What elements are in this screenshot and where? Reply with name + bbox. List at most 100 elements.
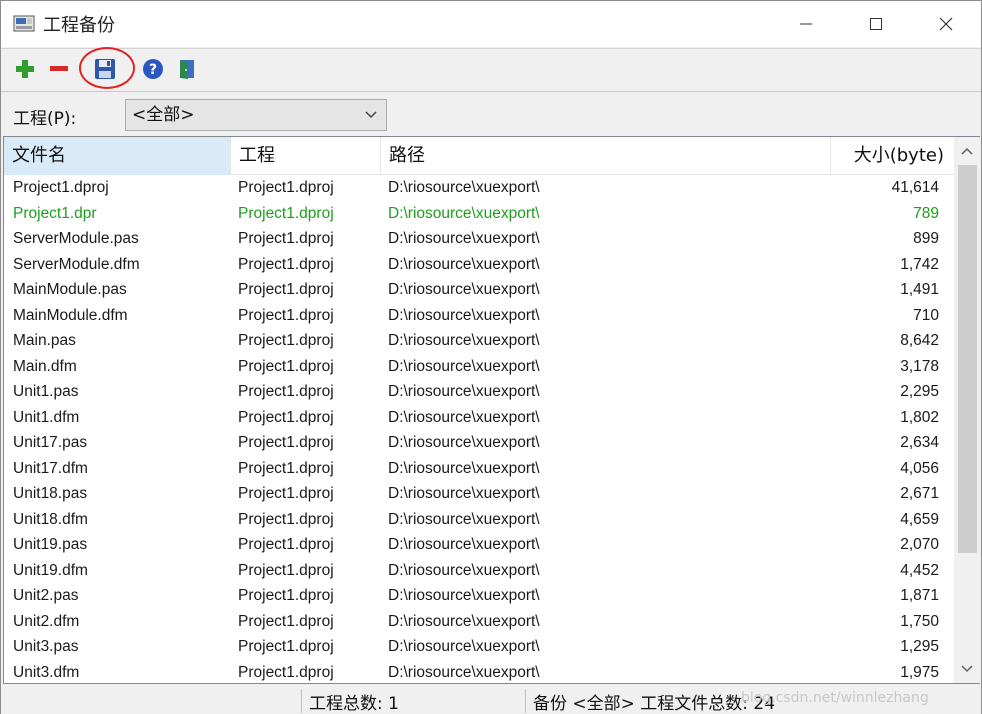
cell-project: Project1.dproj [238, 408, 334, 426]
table-row[interactable]: ServerModule.dfm Project1.dproj D:\riosour… [4, 252, 954, 278]
cell-filename: Main.dfm [13, 357, 77, 375]
cell-filename: Unit18.dfm [13, 510, 88, 528]
cell-size: 2,295 [900, 383, 939, 400]
watermark: blog.csdn.net/winnlezhang [741, 690, 929, 706]
exit-button[interactable] [173, 57, 201, 85]
exit-door-icon [176, 58, 198, 84]
cell-filename: Project1.dproj [13, 179, 109, 196]
table-row[interactable]: Unit19.pas Project1.dproj D:\riosource\xue… [4, 532, 954, 558]
app-icon [13, 13, 35, 33]
status-bar: 工程总数: 1 备份 <全部> 工程文件总数: 24 blog.csdn.net… [1, 686, 981, 714]
scroll-up-button[interactable] [954, 139, 980, 163]
table-row[interactable]: Unit2.pas Project1.dproj D:\riosource\xuex… [4, 583, 954, 609]
cell-filename: Unit3.dfm [13, 663, 80, 681]
cell-size: 2,070 [900, 536, 939, 553]
column-header-path[interactable]: 路径 [381, 137, 831, 175]
title-bar[interactable]: 工程备份 [1, 1, 981, 47]
cell-size: 899 [913, 230, 939, 247]
cell-filename: Main.pas [13, 332, 76, 349]
cell-project: Project1.dproj [238, 306, 334, 324]
status-project-count: 工程总数: 1 [309, 694, 399, 714]
cell-path: D:\riosource\xuexport\ [388, 536, 540, 553]
cell-size: 1,975 [900, 663, 939, 681]
project-backup-window: 工程备份 ? 工程(P): <全部> 文件名 工程 路径 大小(byte) Pr… [0, 0, 982, 714]
list-header: 文件名 工程 路径 大小(byte) [4, 137, 954, 175]
cell-project: Project1.dproj [238, 638, 334, 655]
status-backup-summary: 备份 <全部> 工程文件总数: 24 [533, 694, 776, 714]
save-button[interactable] [91, 57, 119, 85]
cell-project: Project1.dproj [238, 663, 334, 681]
scroll-thumb[interactable] [958, 165, 977, 553]
status-separator [301, 689, 302, 713]
help-icon: ? [142, 58, 164, 84]
cell-filename: Unit2.pas [13, 587, 79, 604]
cell-size: 1,491 [900, 281, 939, 298]
toolbar: ? [1, 48, 981, 92]
table-row[interactable]: Unit18.dfm Project1.dproj D:\riosource\xue… [4, 507, 954, 533]
cell-size: 1,295 [900, 638, 939, 655]
cell-size: 1,802 [900, 408, 939, 426]
cell-project: Project1.dproj [238, 230, 334, 247]
table-row[interactable]: MainModule.dfm Project1.dproj D:\riosource… [4, 303, 954, 329]
cell-path: D:\riosource\xuexport\ [388, 587, 540, 604]
vertical-scrollbar[interactable] [954, 137, 980, 683]
column-header-filename[interactable]: 文件名 [4, 137, 231, 175]
cell-size: 4,452 [900, 561, 939, 579]
cell-size: 8,642 [900, 332, 939, 349]
cell-path: D:\riosource\xuexport\ [388, 434, 540, 451]
cell-size: 3,178 [900, 357, 939, 375]
cell-size: 710 [913, 306, 939, 324]
help-button[interactable]: ? [139, 57, 167, 85]
cell-filename: ServerModule.pas [13, 230, 139, 247]
cell-size: 789 [913, 204, 939, 222]
list-rows: Project1.dproj Project1.dproj D:\riosource… [4, 175, 954, 685]
cell-filename: MainModule.dfm [13, 306, 128, 324]
cell-project: Project1.dproj [238, 587, 334, 604]
minimize-button[interactable] [771, 1, 841, 47]
table-row[interactable]: Unit17.dfm Project1.dproj D:\riosource\xue… [4, 456, 954, 482]
table-row[interactable]: Project1.dpr Project1.dproj D:\riosource\x… [4, 201, 954, 227]
column-header-size[interactable]: 大小(byte) [831, 137, 954, 175]
table-row[interactable]: MainModule.pas Project1.dproj D:\riosource… [4, 277, 954, 303]
cell-filename: Unit19.pas [13, 536, 88, 553]
table-row[interactable]: Unit17.pas Project1.dproj D:\riosource\xue… [4, 430, 954, 456]
add-button[interactable] [11, 57, 39, 85]
table-row[interactable]: Unit1.dfm Project1.dproj D:\riosource\xuex… [4, 405, 954, 431]
table-row[interactable]: Unit1.pas Project1.dproj D:\riosource\xuex… [4, 379, 954, 405]
cell-path: D:\riosource\xuexport\ [388, 510, 540, 528]
close-button[interactable] [911, 1, 981, 47]
cell-path: D:\riosource\xuexport\ [388, 255, 540, 273]
file-list[interactable]: 文件名 工程 路径 大小(byte) Project1.dproj Project… [3, 136, 980, 684]
svg-text:?: ? [149, 62, 157, 78]
table-row[interactable]: Main.pas Project1.dproj D:\riosource\xuexp… [4, 328, 954, 354]
table-row[interactable]: ServerModule.pas Project1.dproj D:\riosour… [4, 226, 954, 252]
cell-path: D:\riosource\xuexport\ [388, 561, 540, 579]
table-row[interactable]: Unit3.dfm Project1.dproj D:\riosource\xuex… [4, 660, 954, 686]
cell-path: D:\riosource\xuexport\ [388, 485, 540, 502]
cell-path: D:\riosource\xuexport\ [388, 179, 540, 196]
table-row[interactable]: Main.dfm Project1.dproj D:\riosource\xuexp… [4, 354, 954, 380]
table-row[interactable]: Unit2.dfm Project1.dproj D:\riosource\xuex… [4, 609, 954, 635]
cell-filename: Unit1.pas [13, 383, 79, 400]
table-row[interactable]: Unit18.pas Project1.dproj D:\riosource\xue… [4, 481, 954, 507]
column-header-project[interactable]: 工程 [231, 137, 381, 175]
cell-path: D:\riosource\xuexport\ [388, 408, 540, 426]
window-title: 工程备份 [43, 15, 115, 36]
plus-icon [14, 58, 36, 84]
table-row[interactable]: Unit19.dfm Project1.dproj D:\riosource\xue… [4, 558, 954, 584]
cell-path: D:\riosource\xuexport\ [388, 204, 540, 222]
cell-project: Project1.dproj [238, 332, 334, 349]
project-filter-select[interactable]: <全部> [125, 99, 387, 131]
cell-size: 4,056 [900, 459, 939, 477]
chevron-down-icon [364, 100, 378, 141]
remove-button[interactable] [45, 57, 73, 85]
cell-path: D:\riosource\xuexport\ [388, 663, 540, 681]
cell-project: Project1.dproj [238, 459, 334, 477]
cell-project: Project1.dproj [238, 383, 334, 400]
table-row[interactable]: Project1.dproj Project1.dproj D:\riosource… [4, 175, 954, 201]
maximize-button[interactable] [841, 1, 911, 47]
cell-project: Project1.dproj [238, 510, 334, 528]
cell-size: 4,659 [900, 510, 939, 528]
scroll-down-button[interactable] [954, 657, 980, 681]
table-row[interactable]: Unit3.pas Project1.dproj D:\riosource\xuex… [4, 634, 954, 660]
